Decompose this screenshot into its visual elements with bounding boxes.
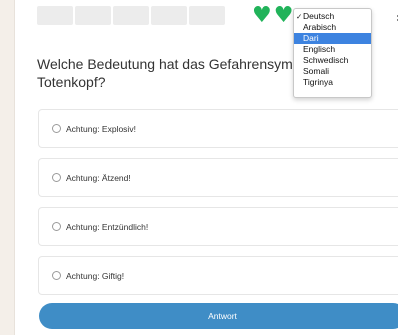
radio-button[interactable]	[52, 124, 61, 133]
option-label: Achtung: Giftig!	[66, 270, 125, 281]
progress-segment	[189, 6, 225, 25]
language-option-englisch[interactable]: Englisch	[294, 44, 371, 55]
answer-option[interactable]: Achtung: Explosiv!	[38, 109, 398, 148]
language-label: Tigrinya	[303, 77, 333, 87]
radio-button[interactable]	[52, 271, 61, 280]
language-option-arabisch[interactable]: Arabisch	[294, 22, 371, 33]
language-option-deutsch[interactable]: ✓ Deutsch	[294, 11, 371, 22]
progress-segment	[113, 6, 149, 25]
option-label: Achtung: Explosiv!	[66, 123, 136, 134]
language-label: Schwedisch	[303, 55, 349, 65]
heart-icon: ♥	[273, 3, 294, 28]
radio-button[interactable]	[52, 173, 61, 182]
language-option-tigrinya[interactable]: Tigrinya	[294, 77, 371, 88]
language-label: Dari	[303, 33, 319, 43]
progress-segment	[151, 6, 187, 25]
language-dropdown[interactable]: ✓ Deutsch Arabisch Dari Englisch Schwedi…	[293, 8, 372, 98]
option-label: Achtung: Entzündlich!	[66, 221, 149, 232]
checkmark-icon: ✓	[296, 12, 303, 21]
option-label: Achtung: Ätzend!	[66, 172, 131, 183]
language-option-schwedisch[interactable]: Schwedisch	[294, 55, 371, 66]
language-label: Deutsch	[303, 11, 335, 21]
answer-option[interactable]: Achtung: Entzündlich!	[38, 207, 398, 246]
progress-segment	[75, 6, 111, 25]
language-option-somali[interactable]: Somali	[294, 66, 371, 77]
progress-bar	[37, 6, 225, 25]
answer-option[interactable]: Achtung: Giftig!	[38, 256, 398, 295]
progress-segment	[37, 6, 73, 25]
language-label: Arabisch	[303, 22, 337, 32]
language-label: Somali	[303, 66, 329, 76]
language-label: Englisch	[303, 44, 336, 54]
heart-icon: ♥	[252, 3, 272, 28]
lives-indicator: ♥ ♥	[252, 5, 293, 27]
language-option-dari[interactable]: Dari	[294, 33, 371, 44]
radio-button[interactable]	[52, 222, 61, 231]
answer-button[interactable]: Antwort	[39, 303, 398, 329]
answer-option[interactable]: Achtung: Ätzend!	[38, 158, 398, 197]
